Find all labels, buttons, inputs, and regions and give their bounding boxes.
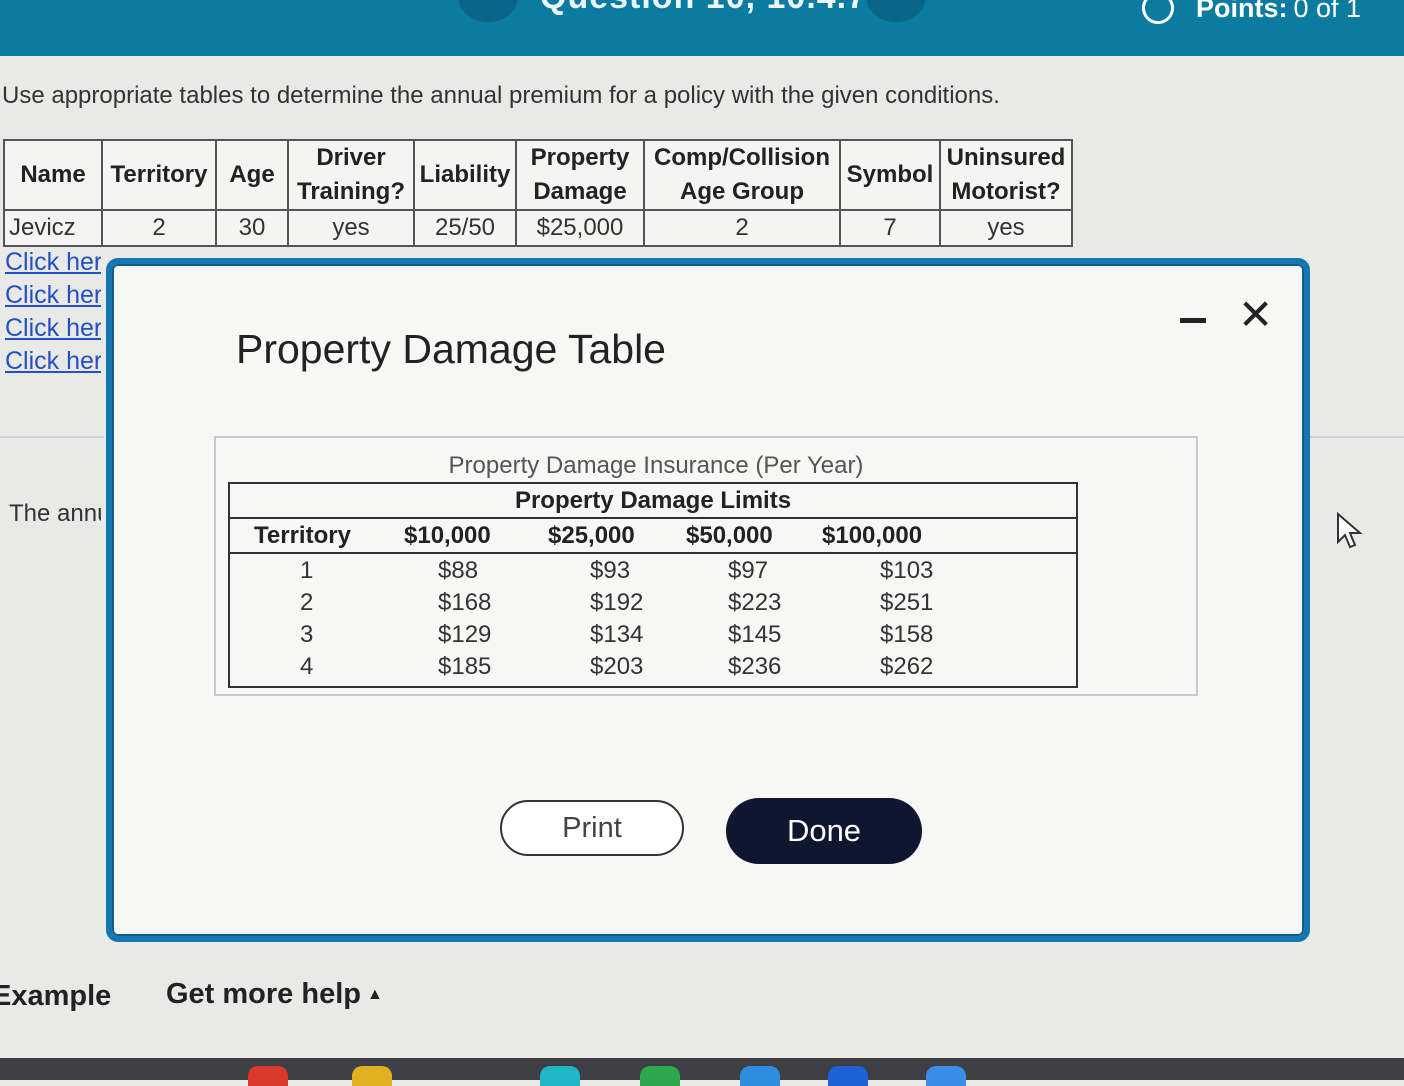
conditions-header-row: Name Territory Age Driver Training? Liab… [3,139,1073,211]
table-caption: Property Damage Insurance (Per Year) [448,452,864,479]
rate-cell: $158 [880,621,934,648]
top-bar: Question 10, 10.4.7 Points: 0 of 1 [0,0,1404,56]
column-header-100000: $100,000 [822,522,923,549]
previous-question-button[interactable] [458,0,518,22]
header-uninsured-motorist: Uninsured Motorist? [939,139,1073,211]
points-indicator: Points: 0 of 1 [1142,0,1361,24]
click-here-link-4[interactable]: Click here [5,345,101,378]
column-header-10000: $10,000 [404,522,491,549]
question-instructions: Use appropriate tables to determine the … [2,82,1000,109]
taskbar-app-icon[interactable] [352,1066,392,1086]
rate-cell: $103 [880,557,934,584]
view-example-button[interactable]: Example [0,980,111,1013]
table-row: 1 $88 $93 $97 $103 [230,554,1076,586]
cell-name: Jevicz [3,209,103,247]
table-row: 2 $168 $192 $223 $251 [230,586,1076,618]
property-damage-dialog: Property Damage Table ✕ Property Damage … [106,258,1310,942]
conditions-table: Name Territory Age Driver Training? Liab… [3,139,1073,247]
cell-property-damage: $25,000 [515,209,645,247]
territory-cell: 2 [300,589,314,616]
rate-cell: $223 [728,589,782,616]
rate-cell: $203 [590,653,644,680]
mouse-cursor-icon [1337,512,1363,549]
rate-cell: $129 [438,621,492,648]
taskbar-app-icon[interactable] [926,1066,966,1086]
taskbar-app-icon[interactable] [540,1066,580,1086]
print-button[interactable]: Print [500,800,684,856]
status-circle-icon [1142,0,1174,24]
cell-symbol: 7 [839,209,941,247]
divider [0,436,104,438]
column-header-territory: Territory [254,522,351,549]
territory-cell: 4 [300,653,314,680]
answer-prompt: The annual [9,500,101,527]
header-age: Age [215,139,289,211]
divider [1300,436,1404,438]
minimize-icon[interactable] [1180,318,1206,323]
rate-cell: $262 [880,653,934,680]
table-links: Click here Click here Click here Click h… [5,246,101,378]
close-icon[interactable]: ✕ [1238,294,1273,336]
cell-age: 30 [215,209,289,247]
cell-driver-training: yes [287,209,415,247]
points-label: Points: [1196,0,1288,23]
points-value: 0 of 1 [1293,0,1362,23]
header-symbol: Symbol [839,139,941,211]
cell-liability: 25/50 [413,209,517,247]
limits-header: Property Damage Limits [230,484,1076,519]
footer-bar: Example Get more help ▲ [0,960,1404,1060]
help-label: Get more help [166,978,361,1010]
dialog-title: Property Damage Table [236,326,666,372]
header-liability: Liability [413,139,517,211]
taskbar [0,1058,1404,1086]
rate-cell: $88 [438,557,479,584]
taskbar-app-icon[interactable] [740,1066,780,1086]
taskbar-app-icon[interactable] [828,1066,868,1086]
get-more-help-button[interactable]: Get more help ▲ [166,978,383,1011]
next-question-button[interactable] [866,0,926,22]
header-property-damage: Property Damage [515,139,645,211]
click-here-link-1[interactable]: Click here [5,246,101,279]
column-header-25000: $25,000 [548,522,635,549]
done-button[interactable]: Done [726,798,922,864]
cell-comp-collision: 2 [643,209,841,247]
header-comp-collision: Comp/Collision Age Group [643,139,841,211]
territory-cell: 1 [300,557,314,584]
table-row: 4 $185 $203 $236 $262 [230,650,1076,682]
rate-cell: $192 [590,589,644,616]
rate-cell: $134 [590,621,644,648]
cell-territory: 2 [101,209,217,247]
column-header-50000: $50,000 [686,522,773,549]
property-damage-rate-table: Property Damage Limits Territory $10,000… [228,482,1078,688]
header-territory: Territory [101,139,217,211]
header-driver-training: Driver Training? [287,139,415,211]
rate-cell: $97 [728,557,769,584]
caret-up-icon: ▲ [367,986,383,1004]
conditions-value-row: Jevicz 2 30 yes 25/50 $25,000 2 7 yes [3,209,1073,247]
cell-uninsured-motorist: yes [939,209,1073,247]
column-header-row: Territory $10,000 $25,000 $50,000 $100,0… [230,519,1076,554]
rate-cell: $93 [590,557,631,584]
header-name: Name [3,139,103,211]
rate-cell: $145 [728,621,782,648]
taskbar-app-icon[interactable] [248,1066,288,1086]
territory-cell: 3 [300,621,314,648]
click-here-link-3[interactable]: Click here [5,312,101,345]
question-title: Question 10, 10.4.7 [540,0,867,17]
click-here-link-2[interactable]: Click here [5,279,101,312]
table-container: Property Damage Insurance (Per Year) Pro… [214,436,1198,696]
taskbar-app-icon[interactable] [640,1066,680,1086]
rate-cell: $185 [438,653,492,680]
rate-cell: $168 [438,589,492,616]
table-row: 3 $129 $134 $145 $158 [230,618,1076,650]
rate-cell: $251 [880,589,934,616]
rate-cell: $236 [728,653,782,680]
